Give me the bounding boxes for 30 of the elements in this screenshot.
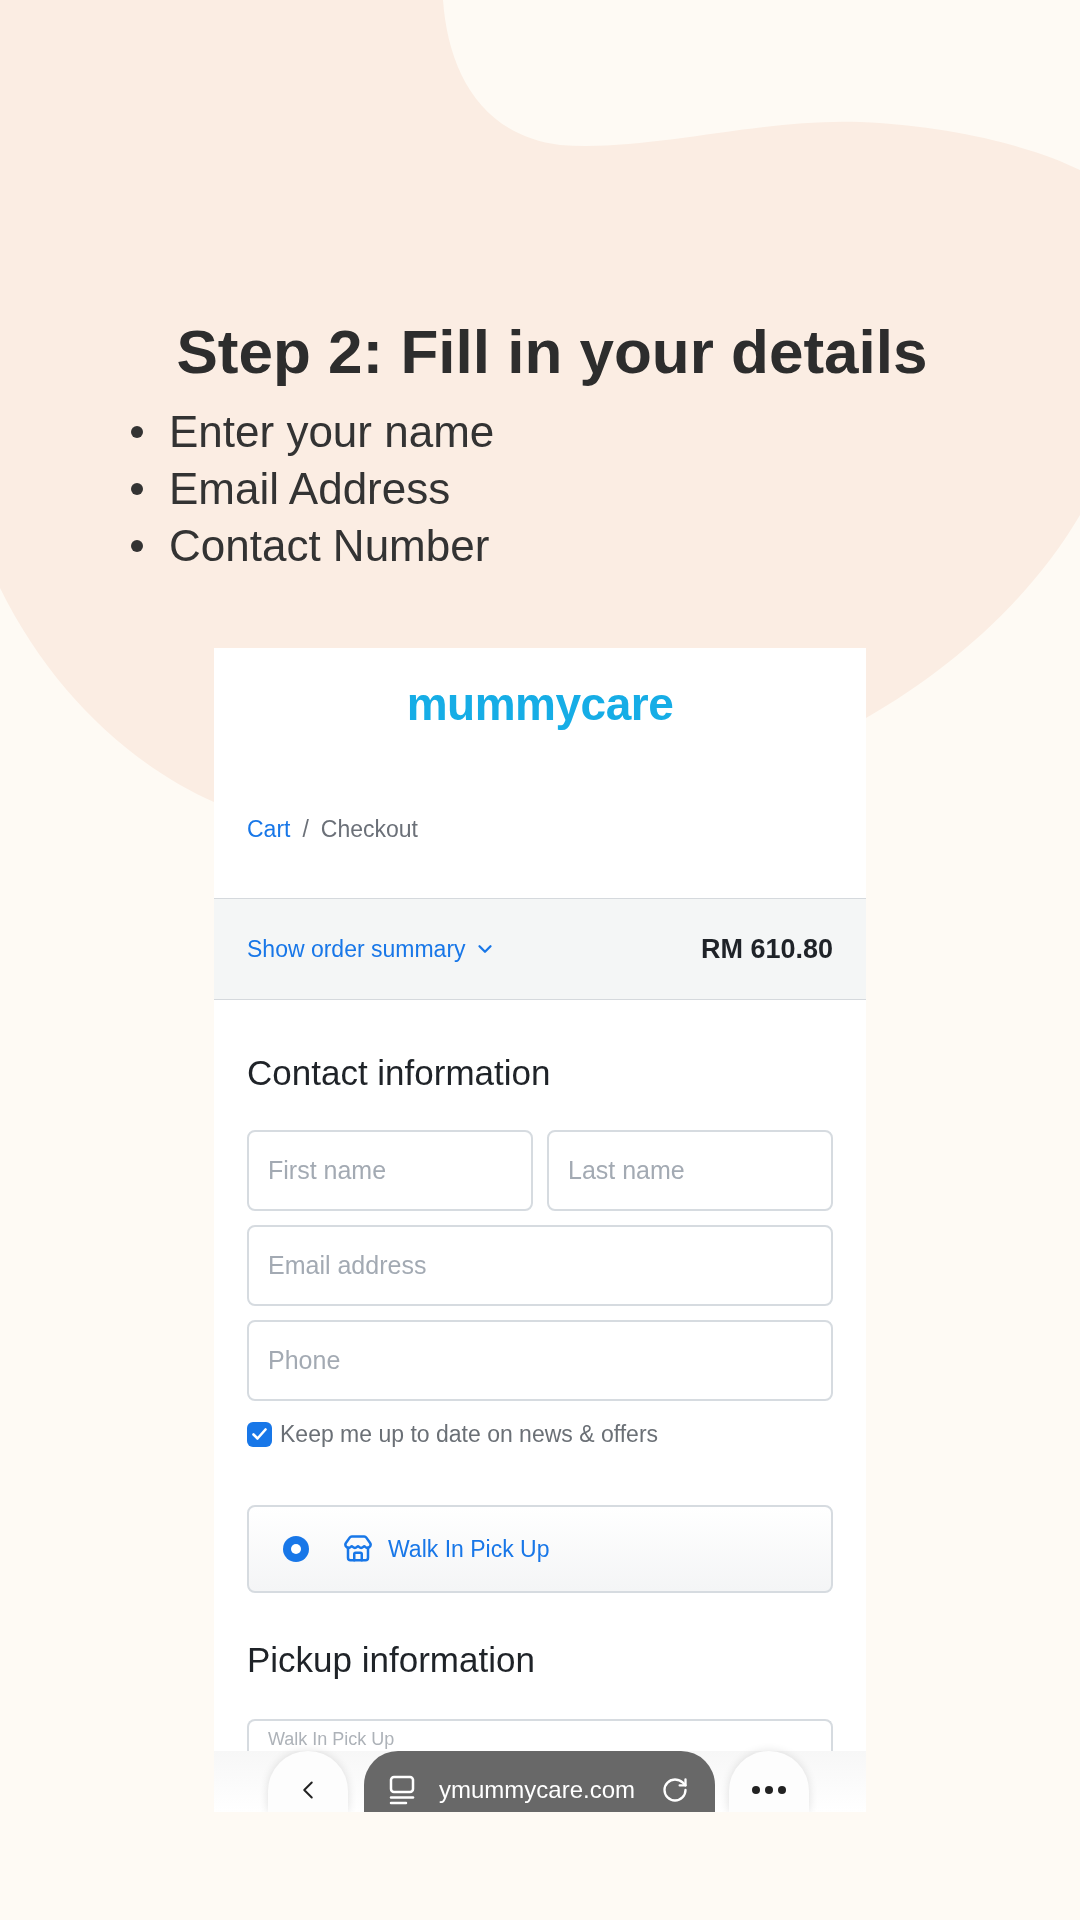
reload-icon [661, 1776, 689, 1804]
step-text: Email Address [169, 463, 451, 515]
radio-button[interactable] [283, 1536, 309, 1562]
brand-logo: mummycare [406, 677, 674, 732]
section-heading: Pickup information [247, 1639, 535, 1681]
input-field[interactable]: Email address [247, 1225, 833, 1306]
step-text: Enter your name [169, 406, 495, 458]
url-text: ymummycare.com [439, 1775, 636, 1805]
more-icon [752, 1786, 786, 1794]
page-heading: Step 2: Fill in your details [176, 316, 928, 388]
step-text: Contact Number [169, 520, 490, 572]
pickup-location-field[interactable]: Walk In Pick Up [247, 1719, 833, 1751]
reload-button[interactable] [661, 1775, 689, 1805]
checkbox[interactable] [247, 1421, 272, 1447]
breadcrumb-current: Checkout [320, 815, 418, 844]
input-field[interactable]: Last name [547, 1130, 833, 1211]
input-field[interactable]: First name [247, 1130, 533, 1211]
order-summary-toggle[interactable]: Show order summary [247, 934, 496, 964]
page-icon [389, 1775, 415, 1805]
store-icon [343, 1534, 373, 1564]
section-heading: Contact information [247, 1052, 551, 1094]
order-total: RM 610.80 [700, 933, 833, 965]
address-bar[interactable]: ymummycare.com [364, 1751, 715, 1812]
breadcrumb-link[interactable]: Cart [247, 814, 291, 844]
breadcrumb-separator: / [302, 815, 309, 844]
checkbox-label: Keep me up to date on news & offers [280, 1420, 659, 1449]
delivery-option[interactable]: Walk In Pick Up [247, 1505, 833, 1593]
input-field[interactable]: Phone [247, 1320, 833, 1401]
more-button[interactable] [729, 1751, 809, 1812]
checkmark-icon [252, 1428, 267, 1440]
